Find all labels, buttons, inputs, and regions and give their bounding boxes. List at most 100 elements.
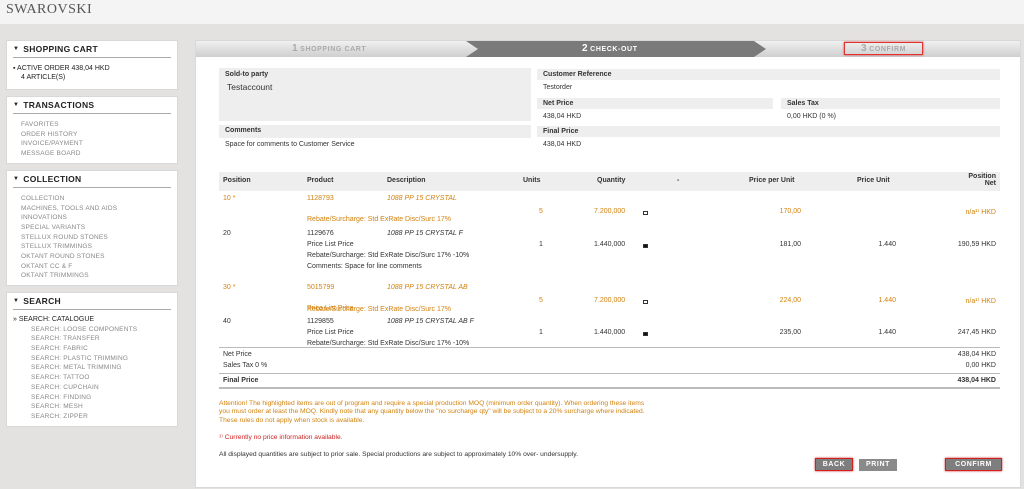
net-price-value: 438,04 HKD	[543, 113, 582, 120]
row-net: 190,59 HKD	[957, 241, 996, 248]
sidebar-link[interactable]: SEARCH: FABRIC	[13, 344, 171, 354]
row-units: 5	[539, 297, 543, 304]
header-price-unit: Price Unit	[857, 177, 890, 184]
sidebar-link[interactable]: SEARCH: TRANSFER	[13, 334, 171, 344]
total-net-label: Net Price	[223, 351, 252, 358]
header-quantity: Quantity	[597, 177, 626, 184]
row-product[interactable]: 1129676	[307, 230, 334, 237]
row-position: 10 *	[223, 195, 236, 202]
sidebar-link[interactable]: OKTANT CC & F	[13, 262, 171, 272]
triangle-down-icon: ▼	[13, 298, 20, 305]
comments-value: Space for comments to Customer Service	[225, 141, 355, 148]
row-units: 5	[539, 208, 543, 215]
row-quantity: 1.440,000	[594, 241, 626, 248]
status-square-icon	[643, 332, 648, 336]
row-position: 40	[223, 318, 231, 325]
sidebar-link[interactable]: MACHINES, TOOLS AND AIDS	[13, 204, 171, 214]
divider	[219, 387, 1000, 389]
row-net: 247,45 HKD	[957, 329, 996, 336]
divider	[219, 373, 1000, 374]
disclaimer: All displayed quantities are subject to …	[219, 451, 578, 458]
sidebar-link[interactable]: SEARCH: LOOSE COMPONENTS	[13, 325, 171, 335]
collection-box: ▼ COLLECTION COLLECTION MACHINES, TOOLS AN…	[6, 169, 178, 287]
search-catalogue[interactable]: » SEARCH: CATALOGUE	[13, 316, 171, 325]
sidebar-link[interactable]: SEARCH: MESH	[13, 402, 171, 412]
sidebar-link[interactable]: COLLECTION	[13, 194, 171, 204]
transactions-title[interactable]: ▼ TRANSACTIONS	[13, 100, 171, 114]
article-count: 4 ARTICLE(S)	[21, 73, 66, 81]
sidebar-link[interactable]: STELLUX TRIMMINGS	[13, 242, 171, 252]
sidebar-link[interactable]: SEARCH: TATTOO	[13, 373, 171, 383]
row-net: n/a¹⁾ HKD	[965, 298, 996, 305]
row-detail: Rebate/Surcharge: Std ExRate Disc/Surc 1…	[307, 306, 451, 313]
row-detail: Rebate/Surcharge: Std ExRate Disc/Surc 1…	[307, 252, 470, 259]
sidebar-link[interactable]: SEARCH: FINDING	[13, 393, 171, 403]
sidebar-link[interactable]: STELLUX ROUND STONES	[13, 233, 171, 243]
row-product[interactable]: 1129855	[307, 318, 334, 325]
checkbox-icon	[643, 211, 648, 215]
header-dash: -	[677, 177, 680, 184]
row-product[interactable]: 1128793	[307, 195, 334, 202]
row-description: 1088 PP 15 CRYSTAL AB F	[387, 318, 474, 325]
triangle-down-icon: ▼	[13, 175, 20, 182]
triangle-down-icon: ▼	[13, 46, 20, 52]
sidebar-link[interactable]: FAVORITES	[13, 120, 171, 130]
total-tax-label: Sales Tax 0 %	[223, 362, 268, 369]
top-bar: SWAROVSKI	[0, 0, 1024, 24]
checkout-steps: 1 SHOPPING CART 2 CHECK-OUT 3 CONFIRM	[196, 41, 1020, 57]
row-price-per-unit: 224,00	[779, 297, 801, 304]
sidebar-link[interactable]: SEARCH: CUPCHAIN	[13, 383, 171, 393]
row-detail: Rebate/Surcharge: Std ExRate Disc/Surc 1…	[307, 340, 470, 347]
row-detail: Price List Price	[307, 329, 354, 336]
sidebar-link[interactable]: SEARCH: ZIPPER	[13, 412, 171, 422]
row-quantity: 7.200,000	[594, 208, 626, 215]
sidebar-link[interactable]: OKTANT ROUND STONES	[13, 252, 171, 262]
row-quantity: 7.200,000	[594, 297, 626, 304]
print-button[interactable]: PRINT	[859, 459, 897, 471]
sidebar-link[interactable]: INVOICE/PAYMENT	[13, 139, 171, 149]
step-confirm[interactable]: 3 CONFIRM	[844, 42, 924, 55]
header-position-net: Position Net	[968, 173, 996, 187]
row-price-per-unit: 235,00	[779, 329, 801, 336]
row-product[interactable]: 5015799	[307, 284, 334, 291]
sidebar-link[interactable]: SPECIAL VARIANTS	[13, 223, 171, 233]
header-description: Description	[387, 177, 426, 184]
brand-logo[interactable]: SWAROVSKI	[6, 2, 92, 18]
row-position: 30 *	[223, 284, 236, 291]
confirm-button[interactable]: CONFIRM	[945, 458, 1002, 471]
sidebar-link[interactable]: ORDER HISTORY	[13, 130, 171, 140]
divider	[219, 347, 1000, 348]
sidebar: ▼ SHOPPING CART ▪ ACTIVE ORDER 438,04 HKD…	[6, 40, 178, 433]
sidebar-link[interactable]: SEARCH: PLASTIC TRIMMING	[13, 354, 171, 364]
total-tax-value: 0,00 HKD	[965, 362, 996, 369]
header-position: Position	[223, 177, 251, 184]
row-price-unit: 1.440	[878, 297, 896, 304]
active-order[interactable]: ▪ ACTIVE ORDER 438,04 HKD	[13, 65, 171, 74]
step-check-out[interactable]: 2 CHECK-OUT	[582, 41, 638, 57]
row-description: 1088 PP 15 CRYSTAL F	[387, 230, 463, 237]
sales-tax-value: 0,00 HKD (0 %)	[787, 113, 837, 120]
sidebar-link[interactable]: SEARCH: METAL TRIMMING	[13, 363, 171, 373]
row-position: 20	[223, 230, 231, 237]
header-units: Units	[523, 177, 541, 184]
row-price-unit: 1.440	[878, 329, 896, 336]
back-button[interactable]: BACK	[815, 458, 853, 471]
comments-label: Comments	[225, 127, 262, 134]
row-comment: Comments: Space for line comments	[307, 263, 422, 270]
net-price-label: Net Price	[537, 98, 773, 109]
shopping-cart-title[interactable]: ▼ SHOPPING CART	[13, 44, 171, 58]
sidebar-link[interactable]: OKTANT TRIMMINGS	[13, 271, 171, 281]
transactions-box: ▼ TRANSACTIONS FAVORITES ORDER HISTORY INVO…	[6, 96, 178, 164]
header-price-per-unit: Price per Unit	[749, 177, 795, 184]
customer-reference-value: Testorder	[543, 84, 573, 91]
header-product: Product	[307, 177, 334, 184]
collection-title[interactable]: ▼ COLLECTION	[13, 174, 171, 188]
sidebar-link[interactable]: INNOVATIONS	[13, 213, 171, 223]
sidebar-link[interactable]: MESSAGE BOARD	[13, 149, 171, 159]
total-final-label: Final Price	[223, 377, 259, 384]
search-title[interactable]: ▼ SEARCH	[13, 296, 171, 311]
footnote: ¹⁾ Currently no price information availa…	[219, 434, 343, 441]
sold-to-label: Sold-to party	[225, 71, 269, 78]
step-shopping-cart[interactable]: 1 SHOPPING CART	[292, 41, 366, 57]
sold-to-value: Testaccount	[227, 82, 273, 92]
